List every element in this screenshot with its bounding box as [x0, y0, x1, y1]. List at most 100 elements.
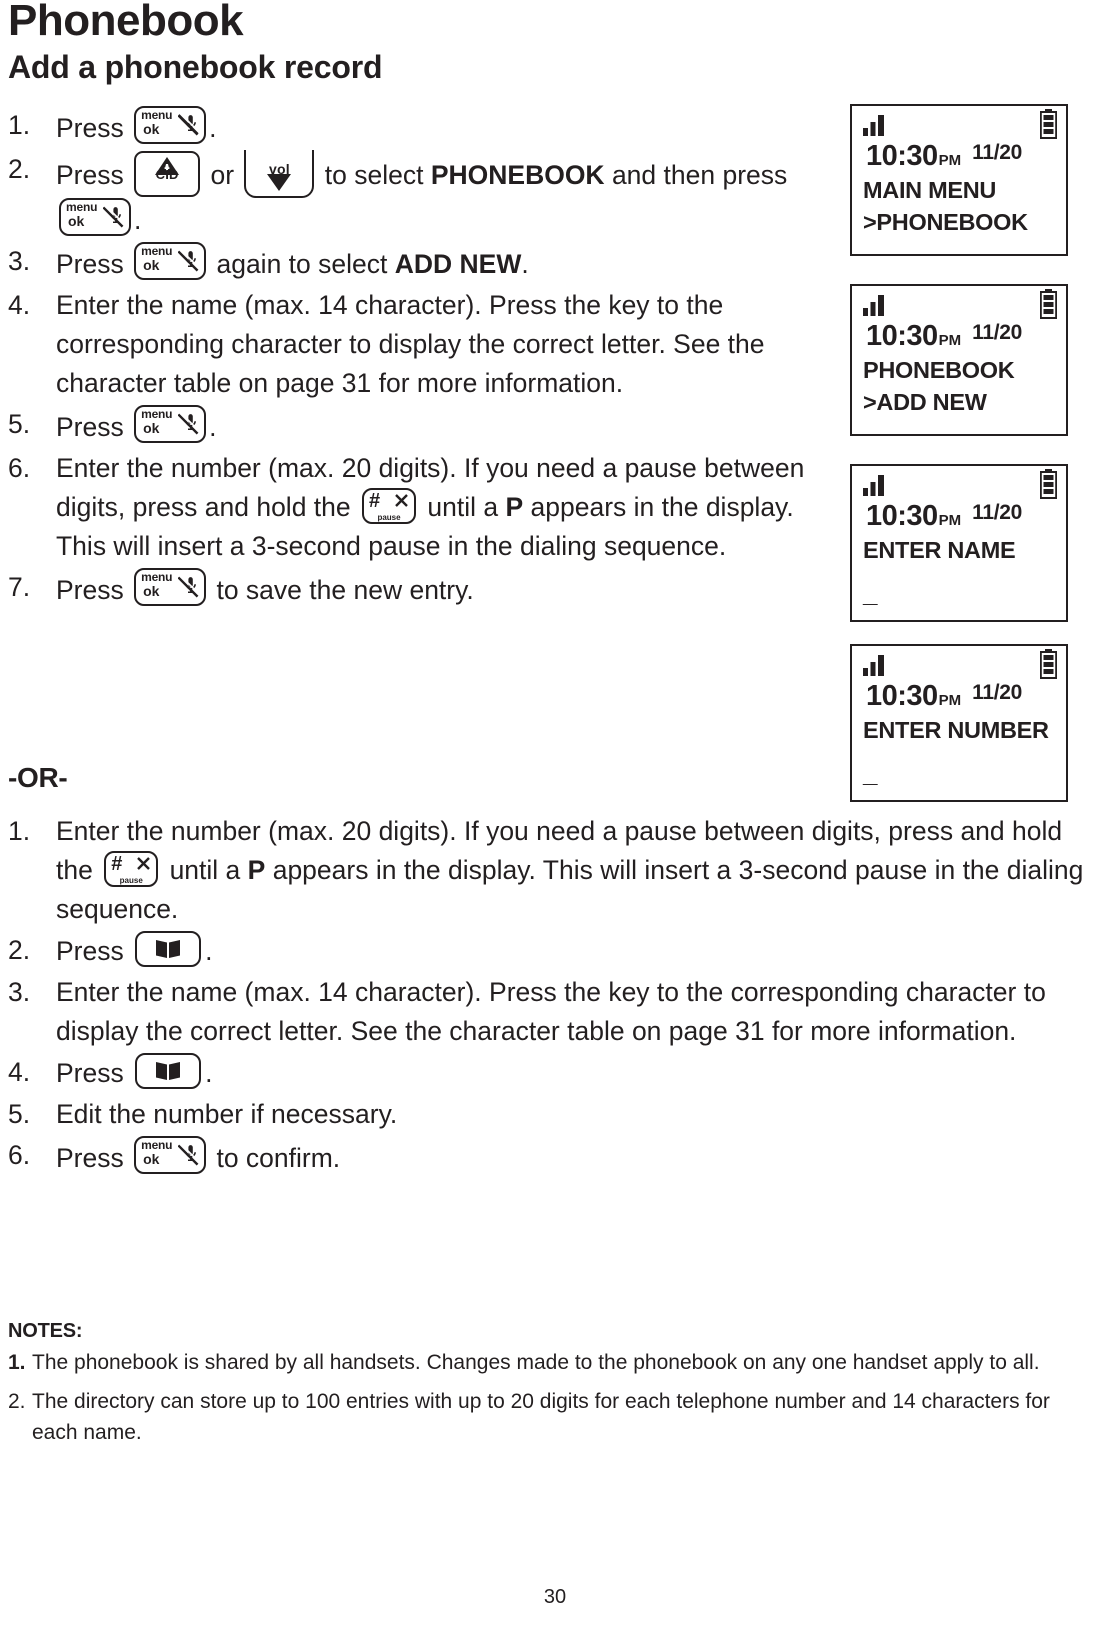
step-text: Press menu ok. — [56, 405, 838, 447]
step-text-mid: again to select — [209, 249, 395, 279]
menu-ok-key-line2: ok — [143, 583, 160, 599]
note-item: 2. The directory can store up to 100 ent… — [8, 1386, 1078, 1448]
lcd-time: 10:30 — [866, 320, 938, 352]
step-text-before: Press — [56, 249, 132, 279]
signal-strength-icon — [863, 655, 884, 676]
phonebook-key-icon[interactable] — [135, 931, 202, 967]
lcd-ampm: PM — [938, 692, 962, 709]
lcd-status-bar — [852, 106, 1066, 140]
step-text-mid: until a — [162, 855, 248, 885]
menu-ok-key-line2: ok — [143, 420, 160, 436]
lcd-display-enter-number: 10:30PM 11/20 ENTER NUMBER _ — [850, 644, 1068, 802]
lcd-line-2: >PHONEBOOK — [863, 209, 1028, 235]
hash-symbol: # — [369, 490, 381, 512]
pause-key-label: pause — [119, 876, 143, 885]
step-text-bold: ADD NEW — [394, 249, 522, 279]
step-text-after: . — [209, 412, 217, 442]
lcd-time-row: 10:30PM 11/20 — [852, 500, 1066, 534]
step-number: 6. — [8, 453, 31, 483]
lcd-time: 10:30 — [866, 680, 938, 712]
lcd-ampm: PM — [938, 152, 962, 169]
lcd-time: 10:30 — [866, 140, 938, 172]
step-text: Press menu ok to confirm. — [56, 1136, 1103, 1178]
step-text: Enter the number (max. 20 digits). If yo… — [56, 812, 1103, 929]
lcd-date: 11/20 — [972, 141, 1023, 164]
menu-ok-key-line2: ok — [143, 121, 160, 137]
step-text: Press . — [56, 931, 1103, 971]
step-text-before: Press — [56, 575, 132, 605]
lcd-time-row: 10:30PM 11/20 — [852, 140, 1066, 174]
menu-ok-key-line2: ok — [143, 257, 160, 273]
lcd-display-enter-name: 10:30PM 11/20 ENTER NAME _ — [850, 464, 1068, 622]
step-number: 3. — [8, 246, 31, 276]
menu-ok-key-line2: ok — [143, 1151, 160, 1167]
step-text-before: Press — [56, 412, 132, 442]
mute-microphone-icon — [178, 412, 201, 435]
mute-microphone-icon — [178, 249, 201, 272]
phonebook-key-icon[interactable] — [135, 1053, 202, 1089]
pause-key-glyph-icon — [395, 494, 408, 507]
cid-up-key-icon[interactable]: CID — [134, 151, 201, 197]
step-number: 3. — [8, 977, 31, 1007]
step-text: Press menu ok. — [56, 106, 838, 148]
section-heading: Add a phonebook record — [8, 49, 383, 85]
down-triangle-icon — [267, 174, 292, 191]
step-text: Enter the name (max. 14 character). Pres… — [56, 290, 765, 398]
step-item: 6. Enter the number (max. 20 digits). If… — [8, 449, 838, 566]
open-book-icon — [156, 1062, 181, 1080]
page-number: 30 — [543, 1586, 567, 1608]
lcd-time-row: 10:30PM 11/20 — [852, 320, 1066, 354]
step-number: 5. — [8, 1099, 31, 1129]
pause-hash-key-icon[interactable]: # pause — [362, 488, 416, 524]
battery-full-icon — [1040, 469, 1057, 499]
signal-strength-icon — [863, 115, 884, 136]
battery-full-icon — [1040, 289, 1057, 319]
step-text-bold: P — [505, 492, 524, 522]
menu-ok-key-icon[interactable]: menu ok — [59, 198, 131, 236]
menu-ok-key-line2: ok — [68, 213, 85, 229]
step-number: 1. — [8, 110, 31, 140]
step-text: Enter the number (max. 20 digits). If yo… — [56, 449, 838, 566]
step-text-after2: . — [134, 205, 142, 235]
step-number: 2. — [8, 935, 31, 965]
note-number: 1. — [8, 1351, 26, 1374]
step-number: 1. — [8, 816, 31, 846]
note-item: 1. The phonebook is shared by all handse… — [8, 1347, 1078, 1378]
lcd-line-1: ENTER NAME — [863, 537, 1016, 563]
lcd-date: 11/20 — [972, 501, 1023, 524]
step-text-after: to save the new entry. — [209, 575, 474, 605]
lcd-status-bar — [852, 286, 1066, 320]
mute-microphone-icon — [103, 205, 125, 228]
menu-ok-key-icon[interactable]: menu ok — [134, 405, 207, 443]
step-text-before: Press — [56, 1143, 132, 1173]
or-separator: -OR- — [8, 762, 68, 793]
menu-ok-key-icon[interactable]: menu ok — [134, 106, 207, 144]
mute-microphone-icon — [178, 1143, 201, 1166]
signal-strength-icon — [863, 295, 884, 316]
lcd-line-2: _ — [863, 758, 878, 788]
step-text-after: . — [205, 936, 213, 966]
lcd-line-1: PHONEBOOK — [863, 357, 1015, 383]
lcd-line-2: >ADD NEW — [863, 389, 987, 415]
battery-full-icon — [1040, 109, 1057, 139]
vol-down-key-icon[interactable]: vol — [244, 150, 315, 198]
step-item: 5. Edit the number if necessary. — [8, 1095, 1103, 1134]
pause-hash-key-icon[interactable]: # pause — [104, 851, 159, 887]
step-text: Press menu ok to save the new entry. — [56, 568, 838, 610]
step-number: 2. — [8, 154, 31, 184]
step-item: 2. Press CID or vol to select PHONEBOOK … — [8, 150, 838, 240]
step-text-after: . — [205, 1058, 213, 1088]
step-text: Press CID or vol to select PHONEBOOK and… — [56, 150, 838, 240]
step-number: 4. — [8, 1057, 31, 1087]
open-book-icon — [156, 940, 181, 958]
step-item: 3. Press menu ok again to select ADD NEW. — [8, 242, 838, 284]
step-text: Press . — [56, 1053, 1103, 1093]
mute-microphone-icon — [178, 113, 201, 136]
mute-microphone-icon — [178, 575, 201, 598]
menu-ok-key-icon[interactable]: menu ok — [134, 242, 207, 280]
step-number: 6. — [8, 1140, 31, 1170]
menu-ok-key-icon[interactable]: menu ok — [134, 1136, 207, 1174]
menu-ok-key-icon[interactable]: menu ok — [134, 568, 207, 606]
page-title: Phonebook — [8, 0, 244, 45]
step-number: 7. — [8, 572, 31, 602]
